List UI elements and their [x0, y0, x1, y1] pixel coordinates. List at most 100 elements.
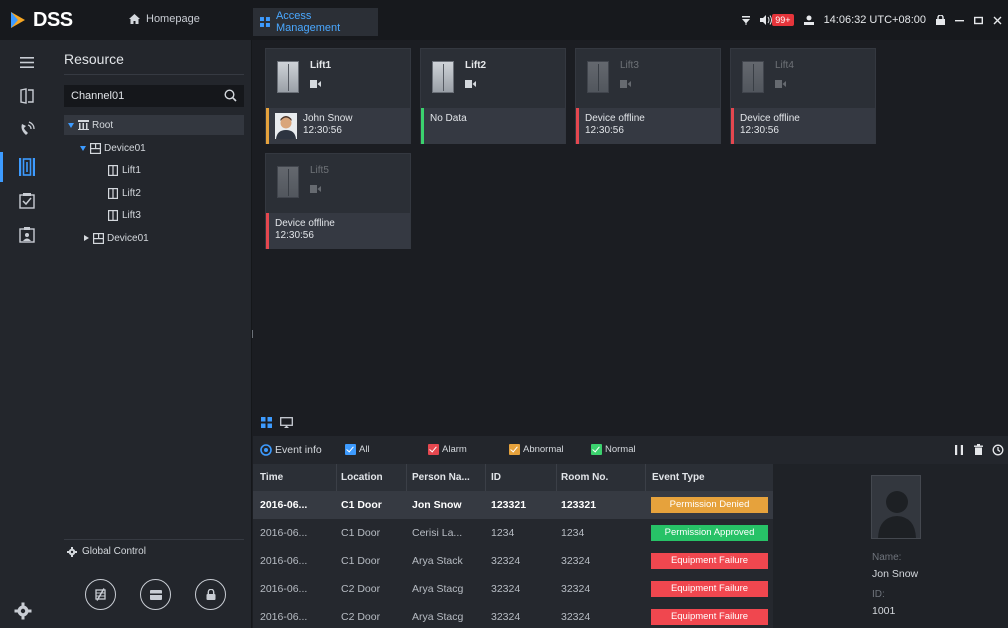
tree-item-lift3[interactable]: Lift3 — [64, 205, 244, 225]
column-header-room-no[interactable]: Room No. — [561, 464, 608, 491]
tree-item-label: Device01 — [104, 142, 146, 154]
elevator-door-icon — [277, 166, 299, 198]
lift-icon — [108, 187, 118, 199]
lift-card-header: Lift2 — [421, 49, 565, 108]
top-right-tools: 99+ 14:06:32 UTC+08:00 — [742, 0, 1008, 40]
elevator-icon[interactable] — [14, 154, 40, 180]
history-icon[interactable] — [992, 444, 1004, 456]
tree-item-label: Lift1 — [122, 164, 141, 176]
expand-icon[interactable] — [68, 122, 74, 128]
filter-alarm-checkbox[interactable]: Alarm — [428, 444, 467, 455]
filter-alarm-label: Alarm — [442, 444, 467, 455]
cell-id: 32324 — [491, 583, 521, 595]
tab-access-management-label: Access Management — [275, 10, 341, 34]
close-icon[interactable] — [993, 16, 1002, 25]
cell-room: 32324 — [561, 583, 591, 595]
user-icon[interactable] — [803, 15, 814, 25]
active-indicator — [0, 152, 3, 182]
minimize-icon[interactable] — [955, 16, 964, 25]
grid-view-icon[interactable] — [261, 417, 272, 428]
column-header-time[interactable]: Time — [260, 464, 283, 491]
door-icon[interactable] — [14, 83, 40, 109]
tree-item-device01-collapsed[interactable]: Device01 — [64, 228, 244, 248]
camera-icon[interactable] — [310, 185, 321, 193]
tree-item-lift2[interactable]: Lift2 — [64, 183, 244, 203]
menu-icon[interactable] — [14, 49, 40, 75]
column-separator[interactable] — [485, 464, 486, 491]
camera-icon[interactable] — [620, 80, 631, 88]
column-header-person-name[interactable]: Person Na... — [412, 464, 470, 491]
tab-access-management[interactable]: Access Management — [253, 8, 378, 36]
lift-card[interactable]: Lift3 Device offline 12:30:56 — [575, 48, 721, 144]
cell-location: C1 Door — [341, 555, 381, 567]
filter-all-checkbox[interactable]: All — [345, 444, 370, 455]
lift-card[interactable]: Lift4 Device offline 12:30:56 — [730, 48, 876, 144]
visitor-icon[interactable] — [14, 222, 40, 248]
column-separator[interactable] — [556, 464, 557, 491]
lock-icon[interactable] — [936, 15, 945, 25]
filter-icon[interactable] — [742, 15, 751, 25]
camera-icon[interactable] — [310, 80, 321, 88]
table-row[interactable]: 2016-06... C1 Door Cerisi La... 1234 1234 Per… — [253, 519, 773, 547]
lift-status: Device offline 12:30:56 — [576, 108, 720, 144]
person-detail-panel: Name: Jon Snow ID: 1001 — [773, 464, 1008, 628]
intercom-icon[interactable] — [14, 116, 40, 142]
alarm-notification[interactable]: 99+ — [760, 14, 794, 26]
top-bar: DSS Homepage Access Management 99+ 14:06… — [0, 0, 1008, 40]
pause-icon[interactable] — [955, 445, 963, 455]
lock-all-button[interactable] — [195, 579, 226, 610]
tree-item-label: Lift3 — [122, 209, 141, 221]
expand-icon[interactable] — [80, 145, 86, 151]
left-rail — [0, 40, 54, 628]
column-header-location[interactable]: Location — [341, 464, 383, 491]
cell-time: 2016-06... — [260, 499, 308, 511]
checklist-icon[interactable] — [14, 188, 40, 214]
event-type-badge: Equipment Failure — [651, 581, 768, 597]
maximize-icon[interactable] — [974, 16, 983, 25]
delete-icon[interactable] — [974, 444, 983, 455]
cell-time: 2016-06... — [260, 611, 308, 623]
filter-abnormal-checkbox[interactable]: Abnormal — [509, 444, 564, 455]
search-icon[interactable] — [224, 89, 237, 102]
collapse-icon[interactable] — [84, 235, 89, 241]
tree-item-lift1[interactable]: Lift1 — [64, 160, 244, 180]
cell-person: Jon Snow — [412, 499, 462, 511]
lift-card[interactable]: Lift2 No Data — [420, 48, 566, 144]
camera-icon[interactable] — [775, 80, 786, 88]
column-header-id[interactable]: ID — [491, 464, 501, 491]
cell-id: 32324 — [491, 611, 521, 623]
column-separator[interactable] — [336, 464, 337, 491]
table-row[interactable]: 2016-06... C1 Door Jon Snow 123321 123321 Per… — [253, 491, 773, 519]
lift-card[interactable]: Lift5 Device offline 12:30:56 — [265, 153, 411, 249]
lift-name: Lift2 — [465, 60, 487, 71]
disable-button[interactable] — [85, 579, 116, 610]
lift-card-header: Lift1 — [266, 49, 410, 108]
cell-room: 32324 — [561, 611, 591, 623]
monitor-view-icon[interactable] — [280, 417, 293, 428]
table-row[interactable]: 2016-06... C1 Door Arya Stack 32324 32324 Equ… — [253, 547, 773, 575]
cell-location: C2 Door — [341, 611, 381, 623]
resource-search-input[interactable]: Channel01 — [64, 85, 244, 107]
column-separator[interactable] — [645, 464, 646, 491]
card-button[interactable] — [140, 579, 171, 610]
filter-normal-checkbox[interactable]: Normal — [591, 444, 636, 455]
person-id-label: ID: — [872, 589, 885, 600]
lift-card[interactable]: Lift1 John Snow 12:30:56 — [265, 48, 411, 144]
lock-icon — [206, 589, 215, 600]
column-separator[interactable] — [406, 464, 407, 491]
table-row[interactable]: 2016-06... C2 Door Arya Stacg 32324 32324 Equ… — [253, 575, 773, 603]
lift-card-header: Lift3 — [576, 49, 720, 108]
tree-item-device01[interactable]: Device01 — [64, 138, 244, 158]
tree-item-root[interactable]: Root — [64, 115, 244, 135]
column-header-event-type[interactable]: Event Type — [652, 464, 705, 491]
elevator-door-icon — [587, 61, 609, 93]
divider — [64, 74, 244, 75]
camera-icon[interactable] — [465, 80, 476, 88]
table-row[interactable]: 2016-06... C2 Door Arya Stacg 32324 32324 Equ… — [253, 603, 773, 628]
disable-icon — [95, 588, 106, 601]
resource-title: Resource — [64, 51, 124, 67]
clock-time: 14:06:32 UTC+08:00 — [823, 14, 926, 26]
tab-homepage[interactable]: Homepage — [129, 13, 200, 25]
settings-gear-icon[interactable] — [14, 602, 32, 623]
cell-room: 32324 — [561, 555, 591, 567]
